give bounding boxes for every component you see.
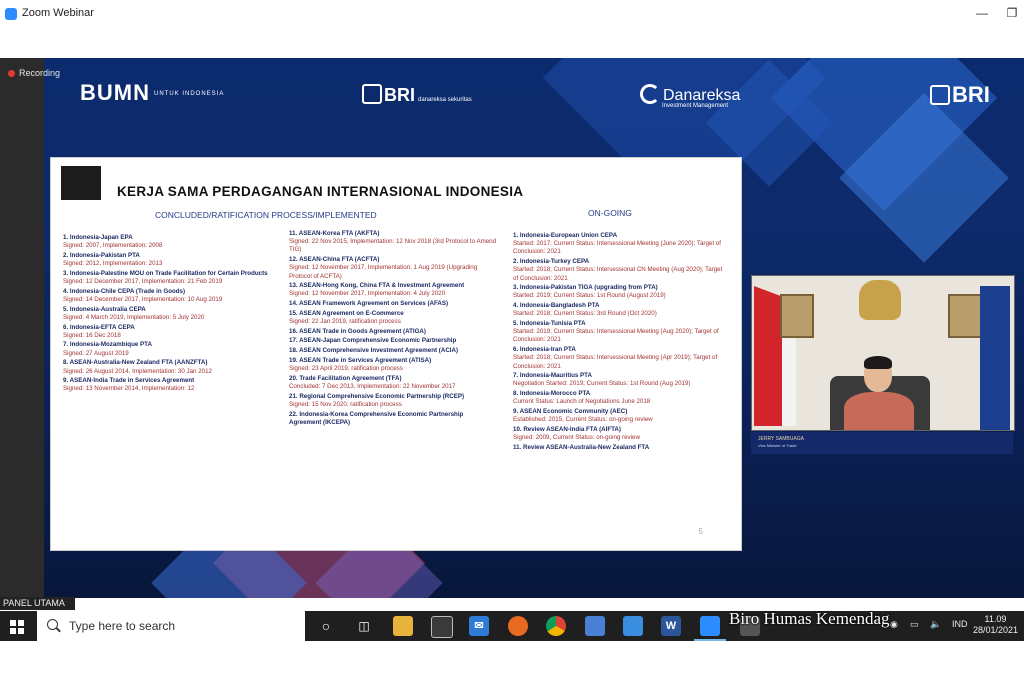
list-item: 7. Indonesia-Mauritius PTA Negotiation St… <box>513 372 691 388</box>
list-item: 22. Indonesia-Korea Comprehensive Econom… <box>289 410 464 426</box>
panel-label: PANEL UTAMA <box>0 597 75 610</box>
list-item: 9. ASEAN-India Trade in Services Agreeme… <box>63 377 195 393</box>
app-icon[interactable] <box>585 616 605 636</box>
danareksa-text: Danareksa <box>663 87 741 104</box>
bri-logo-text: BRI <box>952 82 990 107</box>
speaker-video[interactable] <box>751 275 1015 431</box>
speaker <box>844 356 914 430</box>
presentation-slide: KERJA SAMA PERDAGANGAN INTERNASIONAL IND… <box>50 157 742 551</box>
list-item: 3. Indonesia-Palestine MOU on Trade Faci… <box>63 269 268 286</box>
list-item: 10. Review ASEAN-India FTA (AIFTA) Signed… <box>513 425 640 442</box>
clock-time: 11.09 <box>984 614 1007 624</box>
record-dot-icon <box>8 70 15 77</box>
slide-title: KERJA SAMA PERDAGANGAN INTERNASIONAL IND… <box>117 184 524 199</box>
list-item: 18. ASEAN Comprehensive Investment Agree… <box>289 347 459 355</box>
bri-mark-icon <box>362 84 382 104</box>
slide-page-number: 5 <box>698 527 703 536</box>
restore-button[interactable]: ❐ <box>1002 4 1022 22</box>
watermark-text: Biro Humas Kemendag <box>729 609 890 628</box>
list-item: 9. ASEAN Economic Community (AEC) Establi… <box>513 408 653 424</box>
list-item: 14. ASEAN Framework Agreement on Service… <box>289 300 449 308</box>
list-item: 15. ASEAN Agreement on E-Commerce Signed:… <box>289 309 404 326</box>
language-indicator[interactable]: IND <box>952 619 968 629</box>
list-item: 5. Indonesia-Tunisia PTA Started: 2019; C… <box>513 320 719 344</box>
list-item: 20. Trade Facilitation Agreement (TFA) Co… <box>289 374 456 390</box>
word-icon[interactable]: W <box>661 616 681 636</box>
list-item: 8. ASEAN-Australia-New Zealand FTA (AANZ… <box>63 359 212 375</box>
recording-label: Recording <box>19 68 61 78</box>
list-item: 11. ASEAN-Korea FTA (AKFTA) Signed: 22 No… <box>289 230 497 254</box>
bri-danareksa-text: BRI <box>384 85 415 105</box>
list-item: 3. Indonesia-Pakistan TIGA (upgrading fr… <box>513 284 666 300</box>
bri-danareksa-subtext: danareksa sekuritas <box>418 97 472 103</box>
speaker-name: JERRY SAMBUAGA <box>758 436 804 442</box>
taskbar-search[interactable]: Type here to search <box>37 611 305 641</box>
left-strip <box>0 58 44 598</box>
list-item: 16. ASEAN Trade in Goods Agreement (ATIG… <box>289 327 426 335</box>
zoom-app-icon <box>5 8 17 20</box>
list-item: 2. Indonesia-Pakistan PTA Signed: 2012, I… <box>63 251 163 268</box>
list-item: 6. Indonesia-Iran PTA Started: 2018; Curr… <box>513 346 718 370</box>
list-item: 4. Indonesia-Chile CEPA (Trade in Goods)… <box>63 287 223 303</box>
photos-icon[interactable] <box>623 616 643 636</box>
chrome-icon[interactable] <box>546 616 566 636</box>
agreements-column-1: 1. Indonesia-Japan EPA Signed: 2007, Impl… <box>63 234 271 395</box>
battery-icon[interactable]: ▭ <box>910 619 919 630</box>
minimize-button[interactable]: — <box>972 4 992 22</box>
cortana-icon[interactable]: ○ <box>316 616 336 636</box>
danareksa-mark-icon <box>640 84 660 104</box>
clock[interactable]: 11.09 28/01/2021 <box>973 614 1018 636</box>
start-button[interactable] <box>10 620 24 634</box>
search-icon <box>47 619 58 630</box>
section-heading-ongoing: ON-GOING <box>588 208 632 218</box>
portrait-frame <box>780 294 814 338</box>
portrait-frame <box>948 294 982 338</box>
list-item: 21. Regional Comprehensive Economic Part… <box>289 392 465 408</box>
list-item: 1. Indonesia-European Union CEPA Started:… <box>513 232 721 256</box>
bri-logo: BRI <box>930 82 990 108</box>
speaker-name-bar: JERRY SAMBUAGA Vice Minister of Trade <box>751 432 1013 454</box>
zoom-icon[interactable] <box>694 616 726 641</box>
search-input[interactable]: Type here to search <box>69 619 175 633</box>
ministry-logo <box>61 166 101 200</box>
garuda-emblem <box>859 280 901 320</box>
bumn-logo-subtext: UNTUK INDONESIA <box>154 90 225 97</box>
list-item: 8. Indonesia-Morocco PTA Current Status: … <box>513 390 651 406</box>
window-titlebar: Zoom Webinar — ❐ <box>0 0 1024 36</box>
ministry-banner <box>980 286 1010 430</box>
section-heading-concluded: CONCLUDED/RATIFICATION PROCESS/IMPLEMENT… <box>155 210 377 220</box>
list-item: 1. Indonesia-Japan EPA Signed: 2007, Impl… <box>63 234 163 250</box>
list-item: 5. Indonesia-Australia CEPA Signed: 4 Mar… <box>63 305 205 321</box>
list-item: 2. Indonesia-Turkey CEPA Started: 2018; C… <box>513 258 723 282</box>
speaker-title: Vice Minister of Trade <box>758 443 797 448</box>
list-item: 4. Indonesia-Bangladesh PTA Started: 2018… <box>513 302 657 318</box>
file-explorer-icon[interactable] <box>393 616 413 636</box>
list-item: 17. ASEAN-Japan Comprehensive Economic P… <box>289 337 457 345</box>
agreements-column-2: 11. ASEAN-Korea FTA (AKFTA) Signed: 22 No… <box>289 230 497 428</box>
task-view-icon[interactable]: ◫ <box>354 616 374 636</box>
window-title: Zoom Webinar <box>22 7 94 19</box>
clock-date: 28/01/2021 <box>972 625 1018 635</box>
list-item: 19. ASEAN Trade in Services Agreement (A… <box>289 356 432 373</box>
agreements-column-3: 1. Indonesia-European Union CEPA Started:… <box>513 232 723 454</box>
bumn-logo-text: BUMN <box>80 80 150 105</box>
list-item: 13. ASEAN-Hong Kong, China FTA & Investm… <box>289 282 465 298</box>
mail-icon[interactable]: ✉ <box>469 616 489 636</box>
bumn-logo: BUMN UNTUK INDONESIA <box>80 80 224 106</box>
list-item: 7. Indonesia-Mozambique PTA Signed: 27 Au… <box>63 341 152 357</box>
firefox-icon[interactable] <box>508 616 528 636</box>
list-item: 11. Review ASEAN-Australia-New Zealand F… <box>513 443 650 451</box>
recording-indicator[interactable]: Recording <box>8 68 60 78</box>
list-item: 12. ASEAN-China FTA (ACFTA) Signed: 12 No… <box>289 256 478 280</box>
bri-danareksa-logo: BRI danareksa sekuritas <box>362 84 472 106</box>
network-icon[interactable]: ◉ <box>890 619 898 630</box>
bri-mark-icon <box>930 85 950 105</box>
list-item: 6. Indonesia-EFTA CEPA Signed: 16 Dec 201… <box>63 323 135 339</box>
danareksa-logo: Danareksa Investment Management <box>640 84 740 109</box>
volume-icon[interactable]: 🔈 <box>930 619 941 630</box>
windows-logo-icon <box>10 620 16 626</box>
store-icon[interactable] <box>431 616 453 638</box>
